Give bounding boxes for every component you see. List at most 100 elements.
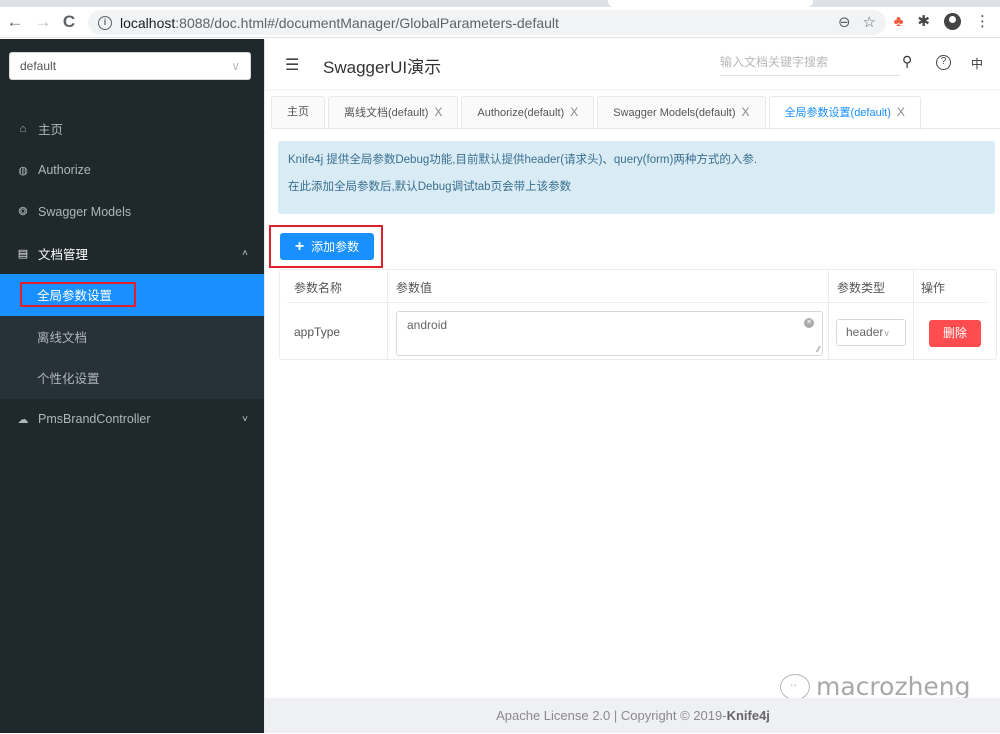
help-icon[interactable]: ? [936,55,951,70]
footer-brand: Knife4j [726,708,770,723]
tab-label: 离线文档(default) [344,107,429,119]
browser-toolbar: ← → C i localhost:8088/doc.html#/documen… [0,7,1000,38]
wechat-icon [780,673,810,700]
sidebar-item-label: 文档管理 [38,247,89,262]
column-header-action: 操作 [921,281,946,295]
reload-icon: C [62,12,76,31]
column-header-name: 参数名称 [294,281,343,295]
column-divider [913,270,914,360]
page-tabs: 主页 离线文档(default) X Authorize(default) X Sw… [271,96,924,130]
highlight-box: + 添加参数 [269,225,383,268]
sidebar-item-swagger-models[interactable]: ❂ Swagger Models [0,191,264,233]
group-select-value: default [20,59,57,73]
row-divider [287,302,987,303]
group-select[interactable]: default ∨ [9,52,251,80]
close-icon[interactable]: X [434,105,442,119]
param-type-select[interactable]: header∨ [836,319,906,346]
main-panel: ☰ SwaggerUI演示 输入文档关键字搜索 ⚲ ? 中 主页 离线文档(de… [264,39,1000,733]
sidebar-item-label: Authorize [38,163,91,178]
param-value-text: android [407,318,448,332]
sidebar-item-label: Swagger Models [38,204,132,219]
tab-home[interactable]: 主页 [271,96,325,128]
chevron-down-icon: ˅ [242,413,248,425]
language-toggle[interactable]: 中 [971,55,983,72]
search-icon[interactable]: ⚲ [902,53,912,70]
delete-button[interactable]: 删除 [929,320,981,347]
footer: Apache License 2.0 | Copyright © 2019-Kn… [265,698,1000,733]
sidebar-item-label: 离线文档 [37,330,88,345]
clear-icon[interactable]: ✕ [804,318,814,328]
address-bar[interactable]: i localhost:8088/doc.html#/documentManag… [88,10,886,35]
sidebar-item-global-params[interactable]: 全局参数设置 [0,274,264,316]
sidebar-item-label: PmsBrandController [38,412,151,427]
chevron-up-icon: ˄ [242,247,248,259]
plus-icon: + [294,237,305,255]
forward-button[interactable]: → [30,9,56,35]
tab-label: 全局参数设置(default) [784,107,891,119]
chevron-down-icon: ∨ [231,59,240,73]
sidebar-item-label: 个性化设置 [37,372,100,387]
site-info-icon[interactable]: i [98,15,112,30]
alert-line-2: 在此添加全局参数后,默认Debug调试tab页会带上该参数 [288,181,572,193]
close-icon[interactable]: X [897,105,905,119]
tab-label: Authorize(default) [477,107,565,119]
chevron-down-icon: ∨ [883,328,890,338]
profile-avatar-icon[interactable] [944,12,961,30]
document-settings-icon: ▤ [17,247,29,260]
bookmark-star-icon[interactable]: ☆ [863,13,876,31]
document-manager-submenu: 全局参数设置 离线文档 个性化设置 [0,274,264,399]
tab-authorize[interactable]: Authorize(default) X [461,96,595,128]
param-name-cell: appType [294,325,341,339]
home-icon: ⌂ [19,122,27,135]
sidebar-item-offline-docs[interactable]: 离线文档 [0,316,264,358]
browser-active-tab[interactable] [608,0,813,7]
cloud-icon: ☁ [17,413,29,426]
tab-swagger-models[interactable]: Swagger Models(default) X [597,96,766,128]
tab-global-params[interactable]: 全局参数设置(default) X [768,96,921,130]
tabs-divider [271,128,1000,129]
forward-arrow-icon: → [34,12,52,31]
column-header-value: 参数值 [396,281,433,295]
add-parameter-label: 添加参数 [311,240,360,254]
sidebar-menu: ⌂ 主页 ◍ Authorize ❂ Swagger Models ▤ 文档管理… [0,108,264,440]
tab-label: Swagger Models(default) [613,107,736,119]
param-value-textarea[interactable]: android ✕ ⁄⁄ [396,311,823,356]
close-icon[interactable]: X [742,105,750,119]
menu-fold-icon[interactable]: ☰ [285,55,299,75]
doc-search-input[interactable]: 输入文档关键字搜索 [720,51,900,76]
app-header: ☰ SwaggerUI演示 输入文档关键字搜索 ⚲ ? 中 [265,39,1000,89]
back-button[interactable]: ← [2,9,28,35]
sidebar-item-personal-settings[interactable]: 个性化设置 [0,357,264,399]
sidebar: default ∨ ⌂ 主页 ◍ Authorize ❂ Swagger Mod… [0,39,264,733]
sidebar-item-authorize[interactable]: ◍ Authorize [0,150,264,192]
extensions-puzzle-icon[interactable]: ✱ [917,12,930,30]
close-icon[interactable]: X [570,105,578,119]
column-header-type: 参数类型 [837,281,886,295]
sidebar-item-label: 主页 [38,123,64,138]
browser-menu-icon[interactable]: ⋮ [975,12,990,30]
extension-sitemap-icon[interactable]: ♣ [894,13,904,30]
sidebar-item-document-manager[interactable]: ▤ 文档管理 ˄ [0,233,264,275]
reload-button[interactable]: C [56,9,82,35]
resize-grip-icon[interactable]: ⁄⁄ [817,345,820,354]
param-type-value: header [846,325,884,339]
url-host: localhost [120,14,176,31]
global-params-table: 参数名称 参数值 参数类型 操作 appType android ✕ ⁄⁄ he… [279,269,997,360]
sidebar-item-home[interactable]: ⌂ 主页 [0,108,264,150]
add-parameter-button[interactable]: + 添加参数 [280,233,374,260]
url-path: :8088/doc.html#/documentManager/GlobalPa… [175,14,559,31]
tab-label: 主页 [287,106,309,118]
app-title: SwaggerUI演示 [323,58,442,77]
models-icon: ❂ [18,206,28,219]
tab-offline-docs[interactable]: 离线文档(default) X [328,96,459,128]
back-arrow-icon: ← [6,12,24,31]
alert-line-1: Knife4j 提供全局参数Debug功能,目前默认提供header(请求头)、… [288,154,758,166]
browser-tabstrip [0,0,1000,7]
watermark-text: macrozheng [816,672,971,701]
info-alert: Knife4j 提供全局参数Debug功能,目前默认提供header(请求头)、… [278,141,995,214]
footer-text: Apache License 2.0 | Copyright © 2019- [496,708,727,723]
zoom-icon[interactable]: ⊖ [838,13,851,31]
watermark: macrozheng [780,672,971,701]
sidebar-item-pms-brand-controller[interactable]: ☁ PmsBrandController ˅ [0,399,264,441]
lock-icon: ◍ [18,164,28,177]
